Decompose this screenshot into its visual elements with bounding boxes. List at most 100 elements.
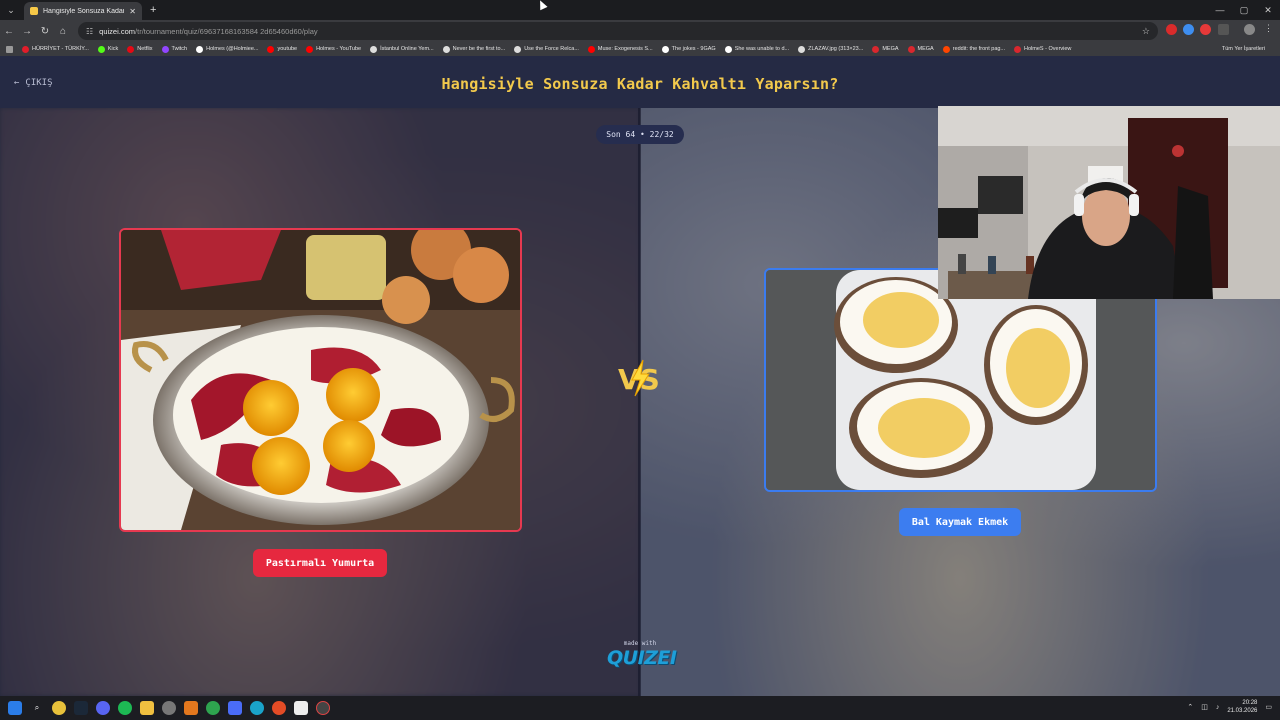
bookmark-label: Holmes - YouTube: [316, 46, 362, 52]
bookmark-favicon-icon: [196, 45, 204, 53]
extensions-puzzle-icon[interactable]: [1218, 24, 1229, 35]
forward-arrow-icon[interactable]: →: [18, 26, 36, 37]
settings-gear-icon[interactable]: [162, 701, 176, 715]
bookmark-favicon-icon: [267, 45, 275, 53]
windows-taskbar: ⌕ ⌃ ◫ ♪ 20:28 21.03.2026 ▭: [0, 696, 1280, 720]
right-choice-image[interactable]: [764, 268, 1157, 492]
bookmark-label: reddit: the front pag...: [952, 46, 1006, 52]
bookmark-label: MEGA: [882, 46, 899, 52]
bookmark-favicon-icon: [306, 45, 314, 53]
eggs-pastrami-pan-image: [121, 230, 520, 530]
bookmark-favicon-icon: [587, 45, 595, 53]
left-choice-image[interactable]: [119, 228, 522, 532]
chrome-icon[interactable]: [52, 701, 66, 715]
bookmark-item[interactable]: MEGA: [872, 45, 899, 53]
bookmark-item[interactable]: The jokes - 9GAG: [661, 45, 716, 53]
spotify-icon[interactable]: [118, 701, 132, 715]
app-icon[interactable]: [228, 701, 242, 715]
bookmark-favicon-icon: [798, 45, 806, 53]
bookmark-label: MEGA: [917, 46, 934, 52]
notifications-icon[interactable]: ▭: [1265, 703, 1272, 711]
bookmark-label: HÜRRİYET - TÜRKİY...: [32, 46, 89, 52]
bookmark-favicon-icon: [442, 45, 450, 53]
tab-title: Hangisiyle Sonsuza Kadar Kahv...: [43, 7, 125, 15]
bookmark-item[interactable]: She was unable to d...: [724, 45, 789, 53]
vs-lightning-icon: VS: [618, 359, 660, 397]
bookmark-item[interactable]: HolmeS - Overview: [1014, 45, 1072, 53]
right-choice-button[interactable]: Bal Kaymak Ekmek: [899, 508, 1021, 536]
back-arrow-icon[interactable]: ←: [0, 26, 18, 37]
app-header: ← ÇIKIŞ Hangisiyle Sonsuza Kadar Kahvalt…: [0, 56, 1280, 108]
bookmark-item[interactable]: HÜRRİYET - TÜRKİY...: [22, 45, 89, 53]
bookmark-item[interactable]: Holmes (@Holmiee...: [196, 45, 259, 53]
site-info-icon[interactable]: ☷: [86, 27, 93, 36]
address-bar[interactable]: ☷ quizei.com/tr/tournament/quiz/69637168…: [78, 22, 1158, 40]
bookmark-star-icon[interactable]: ☆: [1142, 26, 1150, 37]
u-app-icon[interactable]: [184, 701, 198, 715]
bookmark-label: The jokes - 9GAG: [671, 46, 716, 52]
tab-close-icon[interactable]: ✕: [129, 7, 136, 16]
new-tab-button[interactable]: +: [150, 4, 156, 16]
webcam-overlay: [938, 106, 1280, 299]
bookmark-item[interactable]: Kick: [97, 45, 118, 53]
made-with-label: made with: [623, 640, 657, 647]
bookmark-item[interactable]: Never be the first to...: [442, 45, 506, 53]
app-icon[interactable]: [272, 701, 286, 715]
search-icon[interactable]: ⌕: [30, 701, 44, 715]
bookmark-label: Muse: Exogenesis S...: [597, 46, 653, 52]
discord-icon[interactable]: [96, 701, 110, 715]
browser-tabbar: ⌄ Hangisiyle Sonsuza Kadar Kahv... ✕ + —…: [0, 0, 1280, 20]
quiz-app: ← ÇIKIŞ Hangisiyle Sonsuza Kadar Kahvalt…: [0, 56, 1280, 696]
clock[interactable]: 20:28 21.03.2026: [1227, 699, 1257, 715]
tab-list-icon[interactable]: ⌄: [4, 3, 18, 17]
bookmark-item[interactable]: reddit: the front pag...: [942, 45, 1006, 53]
extension-icon[interactable]: [1183, 24, 1194, 35]
extension-icon[interactable]: [1166, 24, 1177, 35]
tray-chevron-icon[interactable]: ⌃: [1187, 703, 1193, 711]
obs-icon[interactable]: [316, 701, 330, 715]
menu-dots-icon[interactable]: ⋮: [1264, 23, 1275, 34]
bookmark-label: ZLAZAV.jpg (313×23...: [808, 46, 864, 52]
bookmark-label: Never be the first to...: [452, 46, 506, 52]
reload-icon[interactable]: ↻: [36, 26, 54, 37]
clock-date: 21.03.2026: [1227, 708, 1258, 714]
bookmark-item[interactable]: Use the Force Relca...: [514, 45, 579, 53]
profile-avatar[interactable]: [1244, 24, 1255, 35]
maximize-button[interactable]: ▢: [1232, 0, 1256, 20]
edge-icon[interactable]: [250, 701, 264, 715]
home-icon[interactable]: ⌂: [54, 26, 72, 37]
bookmark-favicon-icon: [514, 45, 522, 53]
close-window-button[interactable]: ✕: [1256, 0, 1280, 20]
volume-icon[interactable]: ♪: [1216, 704, 1220, 711]
bookmark-item[interactable]: Muse: Exogenesis S...: [587, 45, 653, 53]
bookmark-item[interactable]: Holmes - YouTube: [306, 45, 362, 53]
bookmark-label: Holmes (@Holmiee...: [206, 46, 259, 52]
notepad-icon[interactable]: [294, 701, 308, 715]
bookmark-label: İstanbul Online Yem...: [380, 46, 434, 52]
bookmark-item[interactable]: youtube: [267, 45, 297, 53]
quizei-logo: QUIZEI: [607, 647, 677, 669]
file-explorer-icon[interactable]: [140, 701, 154, 715]
all-bookmarks-folder[interactable]: Tüm Yer İşaretleri: [1222, 46, 1265, 52]
bookmark-item[interactable]: Twitch: [161, 45, 187, 53]
bookmark-item[interactable]: MEGA: [907, 45, 934, 53]
extension-icon[interactable]: [1200, 24, 1211, 35]
minimize-button[interactable]: —: [1208, 0, 1232, 20]
left-choice-button[interactable]: Pastırmalı Yumurta: [253, 549, 387, 577]
bookmark-item[interactable]: İstanbul Online Yem...: [370, 45, 434, 53]
network-icon[interactable]: ◫: [1201, 703, 1208, 711]
bookmark-item[interactable]: Netflix: [127, 45, 153, 53]
bookmarks-bar: HÜRRİYET - TÜRKİY... Kick Netflix Twitch Hol…: [0, 42, 1280, 56]
windows-start-icon[interactable]: [8, 701, 22, 715]
browser-tab[interactable]: Hangisiyle Sonsuza Kadar Kahv... ✕: [24, 2, 142, 20]
bookmark-label: HolmeS - Overview: [1024, 46, 1072, 52]
bread-cream-honey-image: [766, 270, 1155, 490]
quizei-favicon-icon: [30, 7, 38, 15]
system-tray: ⌃ ◫ ♪ 20:28 21.03.2026 ▭: [1187, 699, 1272, 715]
steam-icon[interactable]: [74, 701, 88, 715]
bookmark-item[interactable]: ZLAZAV.jpg (313×23...: [798, 45, 864, 53]
bookmark-favicon-icon: [907, 45, 915, 53]
app-icon[interactable]: [206, 701, 220, 715]
made-with-quizei[interactable]: made with QUIZEI: [607, 640, 677, 669]
apps-grid-icon[interactable]: [6, 45, 13, 53]
